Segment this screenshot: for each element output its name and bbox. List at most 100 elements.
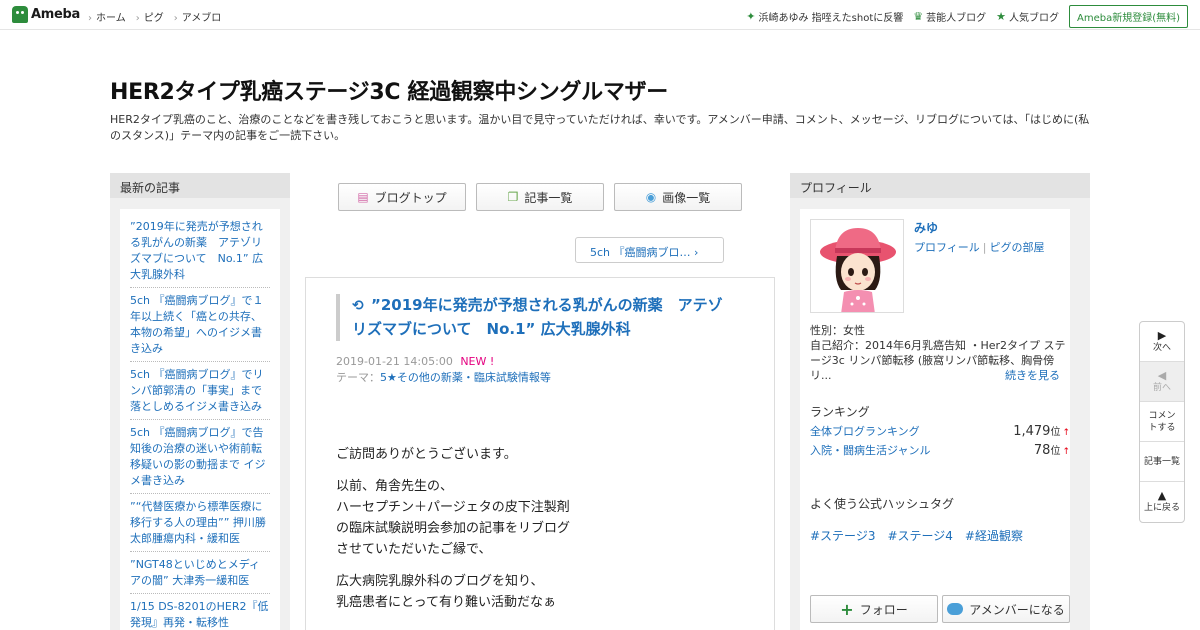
logo-text: Ameba bbox=[31, 7, 81, 22]
article-list-side-label: 記事一覧 bbox=[1143, 456, 1180, 467]
blog-description: HER2タイプ乳癌のこと、治療のことなどを書き残しておこうと思います。温かい目で… bbox=[110, 113, 1090, 142]
ranking-value: 1,479位 ↑ bbox=[1013, 424, 1070, 439]
document-icon: ▤ bbox=[357, 190, 369, 204]
trending-text: 浜崎あゆみ 指咥えたshotに反響 bbox=[758, 13, 904, 24]
follow-button[interactable]: + フォロー bbox=[810, 595, 938, 623]
blog-top-button[interactable]: ▤ ブログトップ bbox=[338, 183, 466, 211]
profile-heading: プロフィール bbox=[790, 173, 1090, 198]
ameba-logo-icon bbox=[12, 6, 28, 23]
theme-link[interactable]: 5★その他の新薬・臨床試験情報等 bbox=[380, 371, 551, 384]
prev-button[interactable]: ◀ 前へ bbox=[1140, 362, 1184, 402]
next-article-link[interactable]: 5ch 『癌闘病ブロ… › bbox=[575, 237, 724, 263]
crown-icon: ♛ bbox=[913, 10, 924, 23]
celeb-blog-text: 芸能人ブログ bbox=[926, 13, 987, 24]
blog-nav-buttons: ▤ ブログトップ ❐ 記事一覧 ◉ 画像一覧 bbox=[338, 183, 742, 211]
chat-icon bbox=[947, 603, 964, 615]
rank-up-icon: ↑ bbox=[1062, 428, 1070, 438]
recent-article-link[interactable]: 5ch 『癌闘病ブログ』で１年以上続く「癌との共存、本物の希望」へのイジメ書き込… bbox=[130, 291, 270, 362]
ranking-label[interactable]: 全体ブログランキング bbox=[810, 423, 920, 439]
floating-side-nav: ▶ 次へ ◀ 前へ コメントする 記事一覧 ▲ 上に戻る bbox=[1139, 321, 1185, 523]
star-icon: ★ bbox=[996, 10, 1006, 23]
follow-label: フォロー bbox=[859, 602, 908, 617]
play-icon: ▶ bbox=[1157, 328, 1167, 342]
article-list-side-button[interactable]: 記事一覧 bbox=[1140, 442, 1184, 482]
chevron-right-icon: › bbox=[694, 246, 699, 259]
recent-article-link[interactable]: 5ch 『癌闘病ブログ』でリンパ節郭清の「事実」まで落としめるイジメ書き込み bbox=[130, 365, 270, 420]
amember-button[interactable]: アメンバーになる bbox=[942, 595, 1070, 623]
trending-link[interactable]: ✦ 浜崎あゆみ 指咥えたshotに反響 bbox=[746, 9, 903, 24]
recent-article-link[interactable]: 1/15 DS-8201のHER2『低発現』再発・転移性 bbox=[130, 597, 270, 630]
ranking-row: 入院・闘病生活ジャンル 78位 ↑ bbox=[810, 442, 1070, 458]
nav-home[interactable]: ホーム bbox=[88, 9, 126, 24]
plus-icon: + bbox=[840, 599, 854, 619]
signup-button[interactable]: Ameba新規登録(無料) bbox=[1068, 5, 1188, 28]
back-to-top-button[interactable]: ▲ 上に戻る bbox=[1140, 482, 1184, 522]
nav-pigg[interactable]: ピグ bbox=[136, 9, 164, 24]
entry-body: ご訪問ありがとうございます。 以前、角舎先生の、 ハーセプチン＋パージェタの皮下… bbox=[336, 444, 756, 624]
article-entry: ⟲ ”2019年に発売が予想される乳がんの新薬 アテゾリズマブについて No.1… bbox=[305, 277, 775, 630]
top-right-links: ✦ 浜崎あゆみ 指咥えたshotに反響 ♛ 芸能人ブログ ★ 人気ブログ Ame… bbox=[746, 5, 1188, 28]
comment-label: コメントする bbox=[1148, 410, 1176, 433]
theme-label: テーマ： bbox=[336, 371, 380, 384]
amember-label: アメンバーになる bbox=[969, 602, 1065, 617]
blog-top-label: ブログトップ bbox=[374, 190, 447, 205]
rank-up-icon: ↑ bbox=[1062, 447, 1070, 457]
recent-article-link[interactable]: ”2019年に発売が予想される乳がんの新薬 アテゾリズマブについて No.1” … bbox=[130, 217, 270, 288]
hashtag-heading: よく使う公式ハッシュタグ bbox=[810, 497, 955, 511]
image-list-button[interactable]: ◉ 画像一覧 bbox=[614, 183, 742, 211]
popular-blog-link[interactable]: ★ 人気ブログ bbox=[996, 9, 1059, 24]
entry-title[interactable]: ⟲ ”2019年に発売が予想される乳がんの新薬 アテゾリズマブについて No.1… bbox=[336, 294, 736, 341]
profile-name[interactable]: みゆ bbox=[914, 219, 938, 236]
read-more-link[interactable]: 続きを見る bbox=[1005, 367, 1060, 383]
avatar[interactable] bbox=[810, 219, 904, 313]
hashtag-link[interactable]: #経過観察 bbox=[965, 527, 1023, 544]
comment-button[interactable]: コメントする bbox=[1140, 402, 1184, 442]
popular-blog-text: 人気ブログ bbox=[1008, 13, 1059, 24]
hashtag-link[interactable]: #ステージ3 bbox=[810, 527, 875, 544]
entry-title-text: ”2019年に発売が予想される乳がんの新薬 アテゾリズマブについて No.1” … bbox=[352, 296, 723, 338]
entry-meta: 2019-01-21 14:05:00 NEW ! テーマ：5★その他の新薬・臨… bbox=[336, 354, 551, 386]
recent-article-link[interactable]: ”“代替医療から標準医療に移行する人の理由”” 押川勝太郎腫瘍内科・緩和医 bbox=[130, 497, 270, 552]
profile-content: みゆ プロフィール | ピグの部屋 性別：女性 自己紹介：2014年6月乳癌告知 ・… bbox=[800, 209, 1070, 630]
profile-links: プロフィール | ピグの部屋 bbox=[914, 239, 1045, 255]
entry-paragraph: ご訪問ありがとうございます。 bbox=[336, 447, 517, 462]
recent-articles-box: 最新の記事 ”2019年に発売が予想される乳がんの新薬 アテゾリズマブについて … bbox=[110, 173, 290, 630]
pigg-room-link[interactable]: ピグの部屋 bbox=[990, 241, 1045, 254]
next-button[interactable]: ▶ 次へ bbox=[1140, 322, 1184, 362]
reblog-icon: ⟲ bbox=[352, 298, 364, 314]
profile-box: プロフィール みゆ プロフィール | ピグの部屋 性別：女性 自己紹介：2014… bbox=[790, 173, 1090, 630]
prev-label: 前へ bbox=[1152, 382, 1171, 393]
avatar-image bbox=[811, 220, 903, 312]
ranking-label[interactable]: 入院・闘病生活ジャンル bbox=[810, 442, 930, 458]
profile-gender: 性別：女性 bbox=[810, 324, 865, 337]
ranking-value: 78位 ↑ bbox=[1033, 443, 1070, 458]
celeb-blog-link[interactable]: ♛ 芸能人ブログ bbox=[913, 9, 986, 24]
sparkle-icon: ✦ bbox=[746, 10, 756, 23]
back-to-top-label: 上に戻る bbox=[1143, 503, 1180, 513]
new-badge: NEW ! bbox=[460, 355, 495, 368]
entry-paragraph: 広大病院乳腺外科のブログを知り、 乳癌患者にとって有り難い活動だなぁ bbox=[336, 574, 556, 610]
hashtag-list: #ステージ3 #ステージ4 #経過観察 bbox=[810, 527, 1023, 544]
camera-icon: ◉ bbox=[645, 190, 657, 204]
top-bar: Ameba ホーム ピグ アメブロ ✦ 浜崎あゆみ 指咥えたshotに反響 ♛ … bbox=[0, 0, 1200, 30]
profile-link[interactable]: プロフィール bbox=[914, 241, 980, 254]
recent-article-link[interactable]: ”NGT48といじめとメディアの闇” 大津秀一緩和医 bbox=[130, 555, 270, 594]
copy-icon: ❐ bbox=[507, 190, 519, 204]
article-list-button[interactable]: ❐ 記事一覧 bbox=[476, 183, 604, 211]
hashtag-link[interactable]: #ステージ4 bbox=[887, 527, 952, 544]
back-icon: ◀ bbox=[1157, 368, 1167, 382]
ameba-logo[interactable]: Ameba bbox=[12, 6, 80, 23]
recent-article-link[interactable]: 5ch 『癌闘病ブログ』で告知後の治療の迷いや術前転移疑いの影の動揺まで イジメ… bbox=[130, 423, 270, 494]
recent-articles-heading: 最新の記事 bbox=[110, 173, 290, 198]
blog-title[interactable]: HER2タイプ乳癌ステージ3C 経過観察中シングルマザー bbox=[110, 74, 668, 106]
next-label: 次へ bbox=[1152, 342, 1171, 353]
recent-articles-list: ”2019年に発売が予想される乳がんの新薬 アテゾリズマブについて No.1” … bbox=[120, 209, 280, 630]
ranking-row: 全体ブログランキング 1,479位 ↑ bbox=[810, 423, 1070, 439]
next-article-text: 5ch 『癌闘病ブロ… bbox=[590, 246, 691, 259]
up-triangle-icon: ▲ bbox=[1157, 489, 1167, 502]
entry-paragraph: 以前、角舎先生の、 ハーセプチン＋パージェタの皮下注製剤 の臨床試験説明会参加の… bbox=[336, 479, 571, 557]
entry-date: 2019-01-21 14:05:00 bbox=[336, 355, 453, 368]
article-list-label: 記事一覧 bbox=[524, 190, 573, 205]
ranking-heading: ランキング bbox=[810, 405, 870, 419]
nav-ameblo[interactable]: アメブロ bbox=[174, 9, 222, 24]
